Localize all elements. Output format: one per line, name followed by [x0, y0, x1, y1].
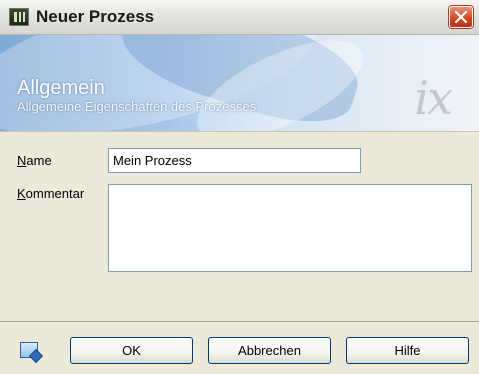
section-subtitle: Allgemeine Eigenschaften des Prozesses [17, 99, 257, 114]
comment-label-accelerator: K [17, 186, 26, 201]
comment-label-text: ommentar [25, 186, 85, 201]
section-title: Allgemein [17, 77, 105, 99]
window-title: Neuer Prozess [36, 7, 155, 26]
name-label: Name [17, 153, 52, 168]
name-input[interactable] [108, 148, 361, 173]
help-button[interactable]: Hilfe [346, 337, 469, 364]
name-label-text: ame [26, 153, 52, 168]
ok-button[interactable]: OK [70, 337, 193, 364]
cancel-button[interactable]: Abbrechen [208, 337, 331, 364]
close-icon [455, 11, 467, 23]
new-process-dialog: Neuer Prozess Allgemein Allgemeine Eigen… [0, 0, 479, 374]
header-divider [0, 131, 479, 132]
ix-logo: ix [414, 71, 453, 125]
name-label-accelerator: N [17, 153, 27, 168]
close-button[interactable] [449, 6, 473, 28]
comment-textarea[interactable] [108, 184, 472, 272]
app-icon [9, 8, 29, 26]
comment-label: Kommentar [17, 186, 84, 201]
header-banner: Allgemein Allgemeine Eigenschaften des P… [0, 35, 479, 131]
help-icon[interactable] [20, 342, 38, 358]
title-bar[interactable]: Neuer Prozess [0, 0, 479, 35]
